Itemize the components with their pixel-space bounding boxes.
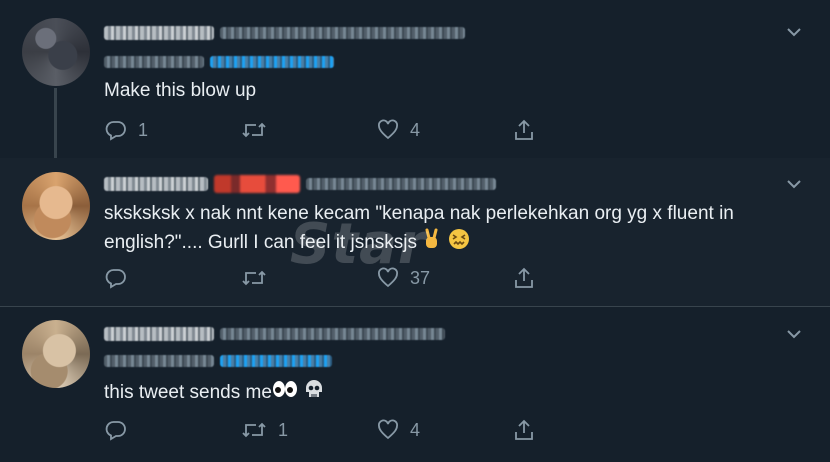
replying-to: [104, 353, 332, 369]
retweet-icon: [240, 118, 268, 142]
share-button[interactable]: [512, 266, 536, 290]
like-count: 4: [410, 119, 421, 140]
share-button[interactable]: [512, 118, 536, 142]
heart-icon: [376, 118, 400, 142]
author-name-blurred[interactable]: [104, 327, 214, 341]
horns-emoji-icon: [422, 228, 442, 258]
chevron-down-icon[interactable]: [784, 174, 804, 194]
retweet-icon: [240, 266, 268, 290]
author-name-blurred[interactable]: [104, 177, 208, 191]
name-emoji-blurred: [214, 175, 300, 193]
tweet-header: [104, 24, 465, 42]
replying-to-label-blurred: [104, 56, 204, 68]
reply-count: 1: [138, 119, 149, 140]
chevron-down-icon[interactable]: [784, 22, 804, 42]
tweet-header: [104, 325, 445, 343]
tweet-text-line-1: sksksksk x nak nnt kene kecam "kenapa na…: [104, 203, 734, 224]
replying-to-handle-blurred[interactable]: [220, 355, 332, 367]
share-icon: [512, 118, 536, 142]
reply-icon: [104, 266, 128, 290]
confounded-face-emoji-icon: [448, 228, 470, 258]
tweet-text: Make this blow up: [104, 80, 257, 101]
share-button[interactable]: [512, 418, 536, 442]
replying-to: [104, 54, 334, 70]
tweet-actions: 37: [104, 266, 544, 292]
reply-button[interactable]: 1: [104, 118, 148, 142]
avatar[interactable]: [22, 18, 90, 86]
tweet-3[interactable]: this tweet sends me 1 4: [0, 306, 830, 462]
heart-icon: [376, 266, 400, 290]
heart-icon: [376, 418, 400, 442]
reply-icon: [104, 118, 128, 142]
retweet-count: 1: [278, 419, 289, 440]
like-count: 37: [410, 267, 431, 288]
retweet-button[interactable]: [240, 266, 278, 290]
reply-button[interactable]: [104, 418, 138, 442]
share-icon: [512, 418, 536, 442]
reply-button[interactable]: [104, 266, 138, 290]
retweet-icon: [240, 418, 268, 442]
tweet-text-line-2-text: english?".... Gurll I can feel it jsnsks…: [104, 232, 417, 254]
share-icon: [512, 266, 536, 290]
tweet-2[interactable]: sksksksk x nak nnt kene kecam "kenapa na…: [0, 158, 830, 306]
retweet-button[interactable]: 1: [240, 418, 288, 442]
tweet-text-row: this tweet sends me: [104, 378, 325, 408]
avatar[interactable]: [22, 320, 90, 388]
tweet-actions: 1 4: [104, 418, 544, 444]
author-handle-date-blurred: [306, 178, 496, 190]
tweet-text-line-2: english?".... Gurll I can feel it jsnsks…: [104, 228, 470, 258]
replying-to-handle-blurred[interactable]: [210, 56, 334, 68]
like-button[interactable]: 37: [376, 266, 430, 290]
like-button[interactable]: 4: [376, 418, 420, 442]
skull-emoji-icon: [303, 378, 325, 408]
like-button[interactable]: 4: [376, 118, 420, 142]
tweet-actions: 1 4: [104, 118, 544, 144]
avatar[interactable]: [22, 172, 90, 240]
tweet-text: this tweet sends me: [104, 382, 272, 404]
chevron-down-icon[interactable]: [784, 324, 804, 344]
eyes-emoji-icon: [272, 379, 298, 407]
tweet-1[interactable]: Make this blow up 1 4: [0, 0, 830, 158]
tweet-header: [104, 175, 496, 193]
author-handle-date-blurred: [220, 27, 465, 39]
author-name-blurred[interactable]: [104, 26, 214, 40]
reply-icon: [104, 418, 128, 442]
like-count: 4: [410, 419, 421, 440]
retweet-button[interactable]: [240, 118, 278, 142]
thread-line: [54, 88, 57, 158]
replying-to-label-blurred: [104, 355, 214, 367]
author-handle-date-blurred: [220, 328, 445, 340]
